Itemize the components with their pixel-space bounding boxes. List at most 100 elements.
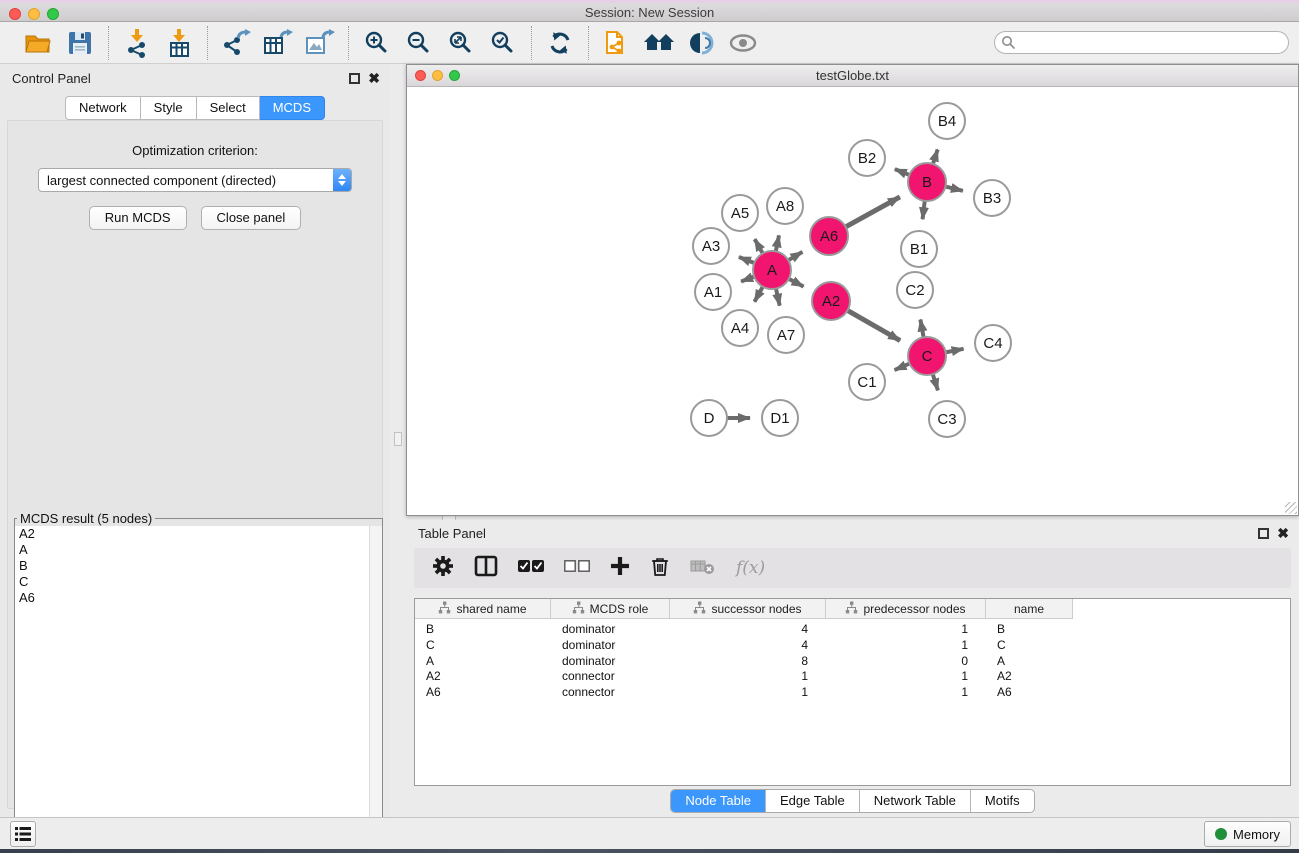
table-cell[interactable]: B (986, 621, 1073, 637)
tab-network[interactable]: Network (65, 96, 141, 120)
table-cell[interactable]: 0 (826, 653, 986, 669)
table-cell[interactable]: A2 (415, 668, 551, 684)
graph-node-C1[interactable]: C1 (849, 364, 885, 400)
export-table-icon[interactable] (262, 27, 294, 59)
graph-node-B[interactable]: B (908, 163, 946, 201)
split-panel-icon[interactable] (474, 555, 498, 582)
open-file-icon[interactable] (22, 27, 54, 59)
graph-node-A3[interactable]: A3 (693, 228, 729, 264)
table-cell[interactable]: connector (551, 668, 670, 684)
table-cell[interactable]: 4 (670, 621, 826, 637)
save-session-icon[interactable] (64, 27, 96, 59)
criterion-select[interactable]: largest connected component (directed) (38, 168, 352, 192)
delete-column-icon[interactable] (650, 555, 670, 582)
close-window-button[interactable] (9, 8, 21, 20)
close-panel-icon[interactable]: ✖ (1277, 528, 1289, 539)
table-cell[interactable]: 1 (826, 621, 986, 637)
task-history-button[interactable] (10, 821, 36, 847)
graph-node-B3[interactable]: B3 (974, 180, 1010, 216)
zoom-fit-icon[interactable] (445, 27, 477, 59)
table-cell[interactable]: dominator (551, 621, 670, 637)
table-cell[interactable]: dominator (551, 653, 670, 669)
table-cell[interactable]: C (986, 637, 1073, 653)
function-builder-icon[interactable]: f(x) (736, 558, 765, 578)
search-input[interactable] (1020, 34, 1288, 52)
scrollbar[interactable] (369, 526, 382, 850)
graph-node-C[interactable]: C (908, 337, 946, 375)
splitter-handle[interactable] (394, 432, 402, 446)
network-window-titlebar[interactable]: testGlobe.txt (407, 65, 1298, 87)
graph-node-A4[interactable]: A4 (722, 310, 758, 346)
tab-style[interactable]: Style (141, 96, 197, 120)
column-header-shared-name[interactable]: shared name (415, 599, 551, 619)
table-cell[interactable]: A6 (415, 684, 551, 700)
result-item[interactable]: C (15, 574, 382, 590)
float-panel-icon[interactable] (349, 73, 360, 84)
home-icon[interactable] (643, 27, 675, 59)
zoom-network-button[interactable] (449, 70, 460, 81)
memory-button[interactable]: Memory (1204, 821, 1291, 847)
run-mcds-button[interactable]: Run MCDS (89, 206, 187, 230)
export-network-icon[interactable] (220, 27, 252, 59)
tab-select[interactable]: Select (197, 96, 260, 120)
graph-node-A6[interactable]: A6 (810, 217, 848, 255)
result-item[interactable]: A6 (15, 590, 382, 606)
table-cell[interactable]: A6 (986, 684, 1073, 700)
network-canvas[interactable]: B4B2BB3A5A8A6B1A3AA1C2A2A4A7C4CC1C3DD1 (407, 87, 1298, 515)
column-header-successor-nodes[interactable]: successor nodes (670, 599, 826, 619)
graph-node-A[interactable]: A (753, 251, 791, 289)
deselect-all-icon[interactable] (564, 559, 590, 578)
graph-node-A2[interactable]: A2 (812, 282, 850, 320)
column-header-predecessor-nodes[interactable]: predecessor nodes (826, 599, 986, 619)
refresh-icon[interactable] (544, 27, 576, 59)
graph-node-A7[interactable]: A7 (768, 317, 804, 353)
column-header-name[interactable]: name (986, 599, 1073, 619)
close-panel-button[interactable]: Close panel (201, 206, 302, 230)
window-resize-grip[interactable] (1285, 502, 1297, 514)
result-item[interactable]: B (15, 558, 382, 574)
table-cell[interactable]: connector (551, 684, 670, 700)
graph-node-D[interactable]: D (691, 400, 727, 436)
eye-icon[interactable] (727, 27, 759, 59)
table-cell[interactable]: 4 (670, 637, 826, 653)
graph-node-B1[interactable]: B1 (901, 231, 937, 267)
result-item[interactable]: A (15, 542, 382, 558)
search-field[interactable] (994, 31, 1289, 54)
table-cell[interactable]: A (415, 653, 551, 669)
table-cell[interactable]: A2 (986, 668, 1073, 684)
zoom-in-icon[interactable] (361, 27, 393, 59)
minimize-window-button[interactable] (28, 8, 40, 20)
table-cell[interactable]: 8 (670, 653, 826, 669)
float-panel-icon[interactable] (1258, 528, 1269, 539)
table-cell[interactable]: dominator (551, 637, 670, 653)
graph-node-A5[interactable]: A5 (722, 195, 758, 231)
graph-edge-A6-B[interactable] (842, 197, 900, 229)
table-cell[interactable]: B (415, 621, 551, 637)
gear-icon[interactable] (432, 555, 454, 582)
select-all-icon[interactable] (518, 559, 544, 578)
graphics-details-icon[interactable] (685, 27, 717, 59)
tab-node-table[interactable]: Node Table (671, 790, 765, 812)
close-panel-icon[interactable]: ✖ (368, 73, 380, 84)
graph-node-D1[interactable]: D1 (762, 400, 798, 436)
tab-edge-table[interactable]: Edge Table (765, 790, 859, 812)
tab-motifs[interactable]: Motifs (970, 790, 1034, 812)
import-network-icon[interactable] (121, 27, 153, 59)
graph-node-A1[interactable]: A1 (695, 274, 731, 310)
graph-node-B2[interactable]: B2 (849, 140, 885, 176)
zoom-out-icon[interactable] (403, 27, 435, 59)
result-item[interactable]: A2 (15, 526, 382, 542)
table-cell[interactable]: 1 (670, 684, 826, 700)
tab-mcds[interactable]: MCDS (260, 96, 325, 120)
vertical-splitter[interactable] (390, 64, 406, 817)
table-cell[interactable]: 1 (826, 668, 986, 684)
delete-table-icon[interactable] (690, 557, 716, 580)
table-cell[interactable]: A (986, 653, 1073, 669)
minimize-network-button[interactable] (432, 70, 443, 81)
table-cell[interactable]: 1 (826, 637, 986, 653)
graph-node-C2[interactable]: C2 (897, 272, 933, 308)
close-network-button[interactable] (415, 70, 426, 81)
graph-edge-A2-C[interactable] (844, 308, 900, 340)
table-cell[interactable]: 1 (826, 684, 986, 700)
new-network-from-selection-icon[interactable] (601, 27, 633, 59)
